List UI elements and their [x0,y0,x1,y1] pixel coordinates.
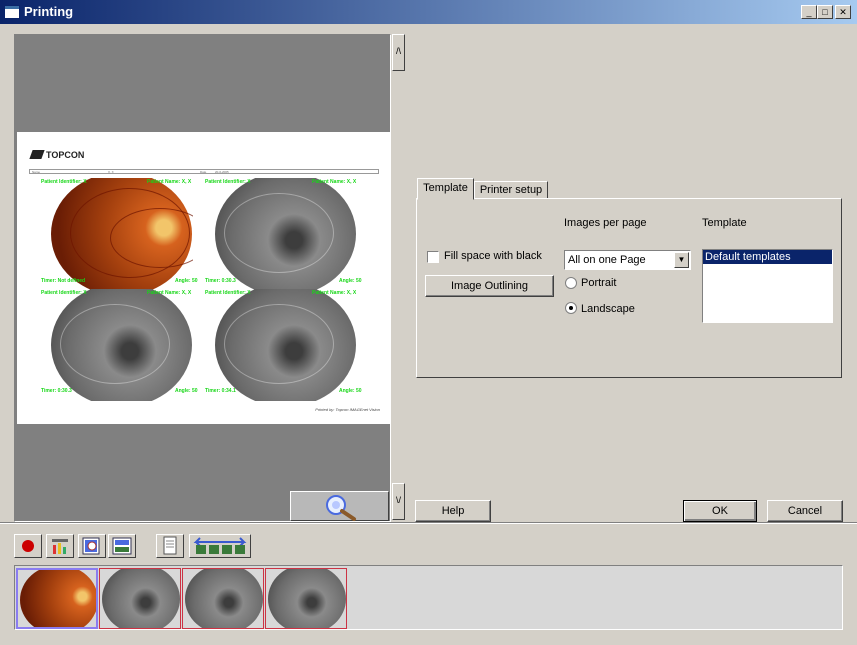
image-search-icon [82,537,100,555]
header-name-label: Name [32,170,41,174]
fundus-image-1 [50,178,193,290]
image-edit-icon [112,537,132,555]
image-4-timer: Timer: 0:34.1 [205,388,236,394]
magnifier-icon [326,495,356,521]
maximize-button[interactable]: □ [817,5,833,19]
scroll-down-button[interactable]: \/ [392,483,405,520]
header-date-label: Date [200,170,207,174]
image-1-patient-id: Patient Identifier: X [41,179,87,185]
window-icon [4,5,20,19]
topcon-logo: TOPCON [29,150,84,160]
chevron-down-icon[interactable]: ▼ [674,252,689,268]
image-sequence-icon [193,537,247,554]
thumbnail-strip[interactable] [14,565,843,630]
image-2-patient-name: Patient Name: X, X [312,179,357,185]
images-per-page-value: All on one Page [568,254,646,266]
chart-tool-icon [52,539,68,554]
help-button[interactable]: Help [415,500,491,522]
images-per-page-select[interactable]: All on one Page ▼ [564,250,691,270]
image-sequence-button[interactable] [189,534,251,558]
fill-black-checkbox[interactable] [427,251,439,263]
cancel-button[interactable]: Cancel [767,500,843,522]
landscape-label: Landscape [581,303,635,315]
page-footer: Printed by: Topcon IMAGEnet Vision [315,407,380,412]
thumbnail-1[interactable] [16,568,98,629]
image-3-patient-id: Patient Identifier: X [41,290,87,296]
page-layout-icon [163,536,177,555]
image-3-angle: Angle: 50 [175,388,198,394]
images-per-page-label: Images per page [564,217,647,229]
image-3-patient-name: Patient Name: X, X [147,290,192,296]
image-1-patient-name: Patient Name: X, X [147,179,192,185]
tab-template[interactable]: Template [417,178,474,200]
image-4-patient-name: Patient Name: X, X [312,290,357,296]
portrait-label: Portrait [581,277,617,289]
page-layout-button[interactable] [156,534,184,558]
image-3-timer: Timer: 0:30.3 [41,388,72,394]
image-2-patient-id: Patient Identifier: X [205,179,251,185]
portrait-radio[interactable] [565,277,577,289]
image-2-timer: Timer: 0:30.3 [205,278,236,284]
image-4-angle: Angle: 50 [339,388,362,394]
record-button[interactable] [14,534,42,558]
ok-button[interactable]: OK [683,500,757,522]
printing-window: Printing _ □ ✕ TOPCON Name X, X Date 20-… [0,0,857,645]
template-label: Template [702,217,747,229]
thumbnail-3[interactable] [182,568,264,629]
divider [0,522,857,524]
minimize-button[interactable]: _ [801,5,817,19]
landscape-radio[interactable] [565,302,577,314]
title-bar[interactable]: Printing _ □ ✕ [0,0,857,24]
record-icon [22,540,34,552]
image-1-angle: Angle: 50 [175,278,198,284]
fill-black-label: Fill space with black [444,250,542,262]
thumbnail-2[interactable] [99,568,181,629]
image-edit-button[interactable] [108,534,136,558]
list-item[interactable]: Default templates [703,250,832,264]
zoom-button[interactable] [290,491,389,521]
header-name-value: X, X [108,170,114,174]
preview-page: TOPCON Name X, X Date 20-6-2005 Patient … [17,132,390,424]
chart-tool-button[interactable] [46,534,74,558]
scroll-up-button[interactable]: /\ [392,34,405,71]
close-button[interactable]: ✕ [835,5,851,19]
image-search-button[interactable] [78,534,106,558]
page-header-row: Name X, X Date 20-6-2005 [29,169,379,174]
image-4-patient-id: Patient Identifier: X [205,290,251,296]
image-2-angle: Angle: 50 [339,278,362,284]
image-outlining-button[interactable]: Image Outlining [425,275,554,297]
fundus-image-3 [50,289,193,401]
fundus-image-2 [214,178,357,290]
window-title: Printing [24,4,74,19]
template-listbox[interactable]: Default templates [702,249,833,323]
print-preview[interactable]: TOPCON Name X, X Date 20-6-2005 Patient … [14,34,391,522]
tab-printer-setup[interactable]: Printer setup [474,181,548,199]
image-1-timer: Timer: Not defined [41,278,86,284]
header-date-value: 20-6-2005 [215,170,229,174]
fundus-image-4 [214,289,357,401]
thumbnail-4[interactable] [265,568,347,629]
